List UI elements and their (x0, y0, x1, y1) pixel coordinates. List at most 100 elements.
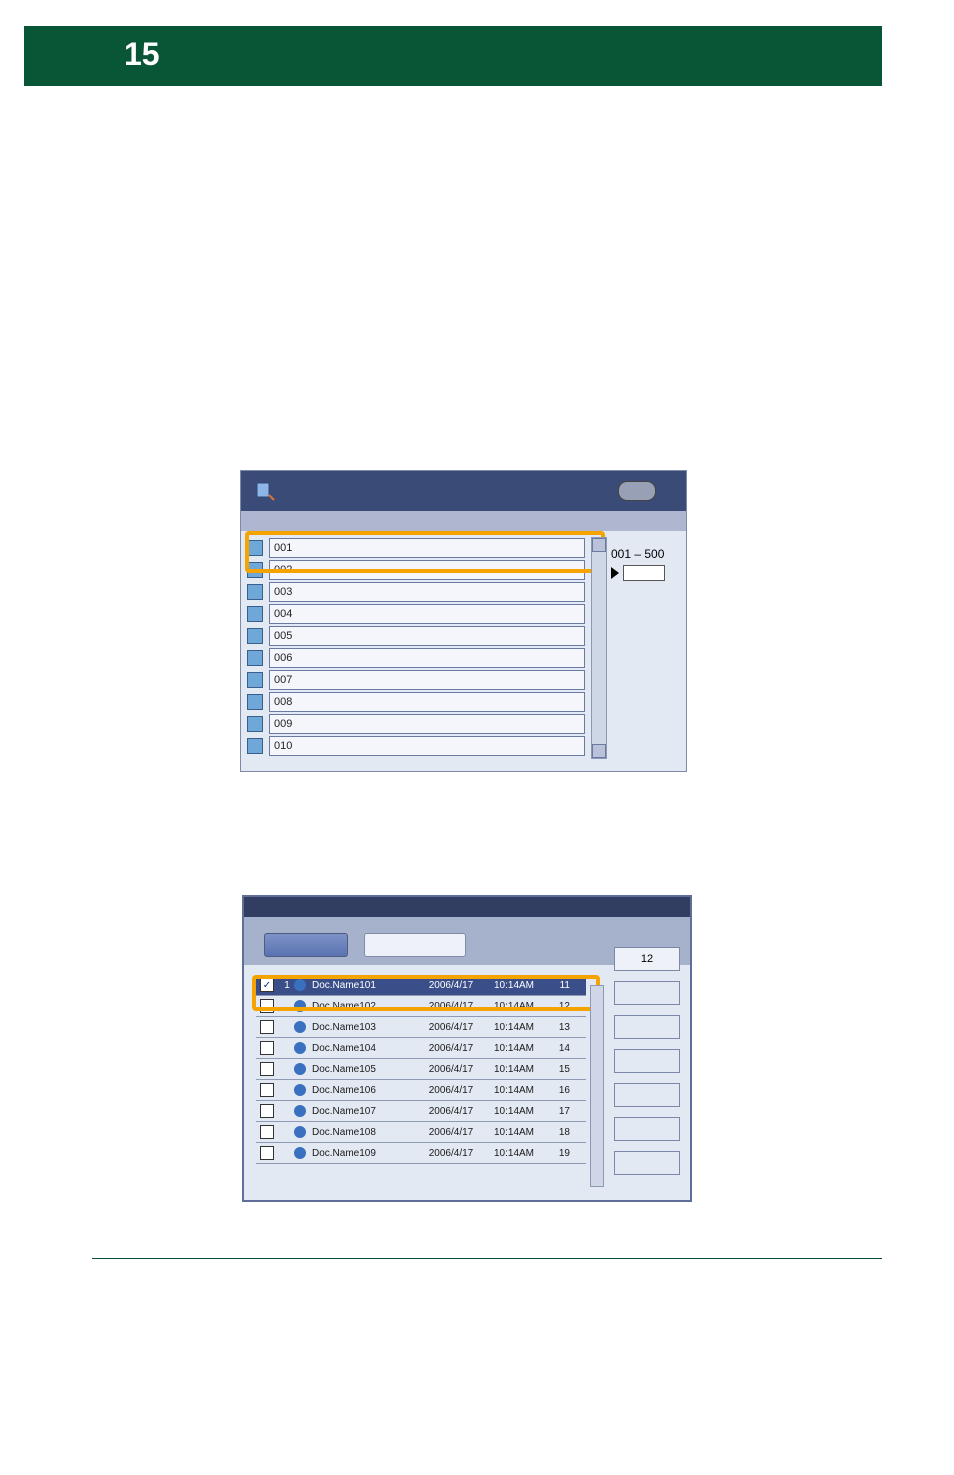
doc-date: 2006/4/17 (416, 1106, 486, 1117)
side-button[interactable] (614, 1083, 680, 1107)
doc-time: 10:14AM (486, 1085, 542, 1096)
document-row[interactable]: Doc.Name104 2006/4/17 10:14AM 14 (256, 1038, 586, 1059)
contact-icon (247, 650, 263, 666)
scrollbar-vertical[interactable] (591, 537, 607, 759)
toolbar-button-a[interactable] (264, 933, 348, 957)
panel-subheader (241, 511, 686, 531)
doc-size: 15 (542, 1064, 574, 1075)
footer-rule (92, 1258, 882, 1259)
address-book-icon (255, 481, 275, 501)
doc-date: 2006/4/17 (416, 1064, 486, 1075)
row-checkbox[interactable] (260, 1062, 274, 1076)
doc-name: Doc.Name104 (312, 1043, 416, 1054)
doc-date: 2006/4/17 (416, 980, 486, 991)
document-row[interactable]: Doc.Name109 2006/4/17 10:14AM 19 (256, 1143, 586, 1164)
scrollbar-vertical[interactable] (590, 985, 604, 1187)
doc-date: 2006/4/17 (416, 1043, 486, 1054)
document-row[interactable]: Doc.Name108 2006/4/17 10:14AM 18 (256, 1122, 586, 1143)
document-list-screenshot: 1 Doc.Name101 2006/4/17 10:14AM 11 Doc.N… (242, 895, 692, 1202)
row-checkbox[interactable] (260, 1020, 274, 1034)
scroll-up-icon[interactable] (592, 538, 606, 552)
doc-time: 10:14AM (486, 1106, 542, 1117)
contact-icon (247, 716, 263, 732)
side-button[interactable] (614, 981, 680, 1005)
address-row[interactable]: 008 (245, 691, 585, 713)
doc-date: 2006/4/17 (416, 1022, 486, 1033)
address-row[interactable]: 010 (245, 735, 585, 757)
address-cell[interactable]: 002 (269, 560, 585, 580)
keyboard-icon[interactable] (618, 481, 656, 501)
doc-icon (294, 1084, 306, 1096)
address-row[interactable]: 001 (245, 537, 585, 559)
page-input[interactable] (623, 565, 665, 581)
row-checkbox[interactable] (260, 1146, 274, 1160)
contact-icon (247, 628, 263, 644)
doc-icon (294, 1063, 306, 1075)
doc-time: 10:14AM (486, 980, 542, 991)
document-row[interactable]: Doc.Name102 2006/4/17 10:14AM 12 (256, 996, 586, 1017)
address-cell[interactable]: 005 (269, 626, 585, 646)
doc-size: 13 (542, 1022, 574, 1033)
doc-time: 10:14AM (486, 1001, 542, 1012)
scroll-down-icon[interactable] (592, 744, 606, 758)
doc-icon (294, 1105, 306, 1117)
doc-size: 14 (542, 1043, 574, 1054)
doc-name: Doc.Name106 (312, 1085, 416, 1096)
contact-icon (247, 672, 263, 688)
address-cell[interactable]: 009 (269, 714, 585, 734)
row-order: 1 (280, 980, 294, 991)
doc-time: 10:14AM (486, 1043, 542, 1054)
doc-name: Doc.Name105 (312, 1064, 416, 1075)
side-button[interactable] (614, 1049, 680, 1073)
contact-icon (247, 694, 263, 710)
doc-time: 10:14AM (486, 1127, 542, 1138)
address-cell[interactable]: 003 (269, 582, 585, 602)
address-cell[interactable]: 008 (269, 692, 585, 712)
side-panel: 12 (614, 947, 680, 1185)
address-cell[interactable]: 006 (269, 648, 585, 668)
document-row[interactable]: Doc.Name103 2006/4/17 10:14AM 13 (256, 1017, 586, 1038)
row-checkbox[interactable] (260, 1041, 274, 1055)
address-cell[interactable]: 007 (269, 670, 585, 690)
row-checkbox[interactable] (260, 999, 274, 1013)
address-row[interactable]: 003 (245, 581, 585, 603)
doc-date: 2006/4/17 (416, 1001, 486, 1012)
row-checkbox[interactable] (260, 978, 274, 992)
address-cell[interactable]: 004 (269, 604, 585, 624)
address-cell[interactable]: 010 (269, 736, 585, 756)
doc-size: 17 (542, 1106, 574, 1117)
window-titlebar (244, 897, 690, 917)
row-checkbox[interactable] (260, 1125, 274, 1139)
contact-icon (247, 738, 263, 754)
row-checkbox[interactable] (260, 1104, 274, 1118)
doc-icon (294, 1000, 306, 1012)
document-row[interactable]: Doc.Name105 2006/4/17 10:14AM 15 (256, 1059, 586, 1080)
doc-size: 18 (542, 1127, 574, 1138)
search-input[interactable] (364, 933, 466, 957)
side-button[interactable] (614, 1151, 680, 1175)
doc-size: 11 (542, 980, 574, 991)
address-row[interactable]: 007 (245, 669, 585, 691)
document-list: 1 Doc.Name101 2006/4/17 10:14AM 11 Doc.N… (256, 975, 586, 1164)
page-indicator: 001 – 500 (611, 547, 665, 581)
address-row[interactable]: 002 (245, 559, 585, 581)
address-book-screenshot: 001 002 003 004 005 006 007 008 009 010 … (240, 470, 687, 772)
doc-name: Doc.Name109 (312, 1148, 416, 1159)
address-cell[interactable]: 001 (269, 538, 585, 558)
row-checkbox[interactable] (260, 1083, 274, 1097)
play-icon[interactable] (611, 567, 619, 579)
side-count: 12 (614, 947, 680, 971)
contact-icon (247, 540, 263, 556)
address-row[interactable]: 009 (245, 713, 585, 735)
side-button[interactable] (614, 1117, 680, 1141)
doc-icon (294, 1147, 306, 1159)
side-button[interactable] (614, 1015, 680, 1039)
address-row[interactable]: 006 (245, 647, 585, 669)
address-row[interactable]: 004 (245, 603, 585, 625)
document-row[interactable]: Doc.Name107 2006/4/17 10:14AM 17 (256, 1101, 586, 1122)
doc-time: 10:14AM (486, 1148, 542, 1159)
address-row[interactable]: 005 (245, 625, 585, 647)
panel-header (241, 471, 686, 511)
document-row[interactable]: Doc.Name106 2006/4/17 10:14AM 16 (256, 1080, 586, 1101)
document-row-selected[interactable]: 1 Doc.Name101 2006/4/17 10:14AM 11 (256, 975, 586, 996)
